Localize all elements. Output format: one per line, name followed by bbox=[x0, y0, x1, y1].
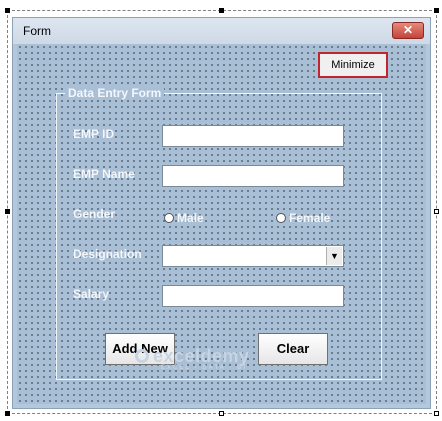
selection-handle-top-center[interactable] bbox=[219, 8, 224, 13]
gender-option-male: Male bbox=[177, 211, 204, 225]
dropdown-button[interactable]: ▼ bbox=[326, 247, 342, 265]
minimize-button[interactable]: Minimize bbox=[318, 52, 388, 78]
designation-combobox[interactable]: ▼ bbox=[162, 245, 344, 267]
chevron-down-icon: ▼ bbox=[330, 251, 339, 261]
window-title: Form bbox=[23, 24, 51, 38]
close-icon: ✕ bbox=[402, 23, 414, 37]
emp-id-label: EMP ID bbox=[73, 127, 115, 141]
radio-circle-icon bbox=[164, 213, 174, 223]
gender-option-female: Female bbox=[289, 211, 331, 225]
emp-id-input[interactable] bbox=[162, 125, 344, 147]
gender-radio-female[interactable]: Female bbox=[276, 211, 330, 225]
emp-name-label: EMP Name bbox=[73, 167, 135, 181]
watermark-name: exceldemy bbox=[153, 346, 250, 366]
exceldemy-logo-icon bbox=[135, 349, 149, 363]
frame-title: Data Entry Form bbox=[65, 86, 165, 100]
selection-handle-bottom-right[interactable] bbox=[434, 411, 439, 416]
salary-label: Salary bbox=[73, 287, 110, 301]
designation-label: Designation bbox=[73, 247, 142, 261]
selection-handle-bottom-left[interactable] bbox=[5, 411, 10, 416]
selection-handle-middle-left[interactable] bbox=[5, 209, 10, 214]
gender-label: Gender bbox=[73, 207, 116, 221]
emp-name-input[interactable] bbox=[162, 165, 344, 187]
watermark-tagline: EXCEL · DATA · BI bbox=[161, 365, 248, 371]
clear-button[interactable]: Clear bbox=[258, 333, 328, 365]
selection-handle-middle-right[interactable] bbox=[434, 209, 439, 214]
selection-handle-top-left[interactable] bbox=[5, 8, 10, 13]
salary-input[interactable] bbox=[162, 285, 344, 307]
watermark-logo: exceldemy EXCEL · DATA · BI bbox=[135, 346, 250, 371]
selection-handle-bottom-center[interactable] bbox=[219, 411, 224, 416]
radio-circle-icon bbox=[276, 213, 286, 223]
selection-handle-top-right[interactable] bbox=[434, 8, 439, 13]
gender-radio-male[interactable]: Male bbox=[164, 211, 204, 225]
close-button[interactable]: ✕ bbox=[392, 22, 424, 39]
title-bar: Form ✕ bbox=[13, 18, 430, 44]
